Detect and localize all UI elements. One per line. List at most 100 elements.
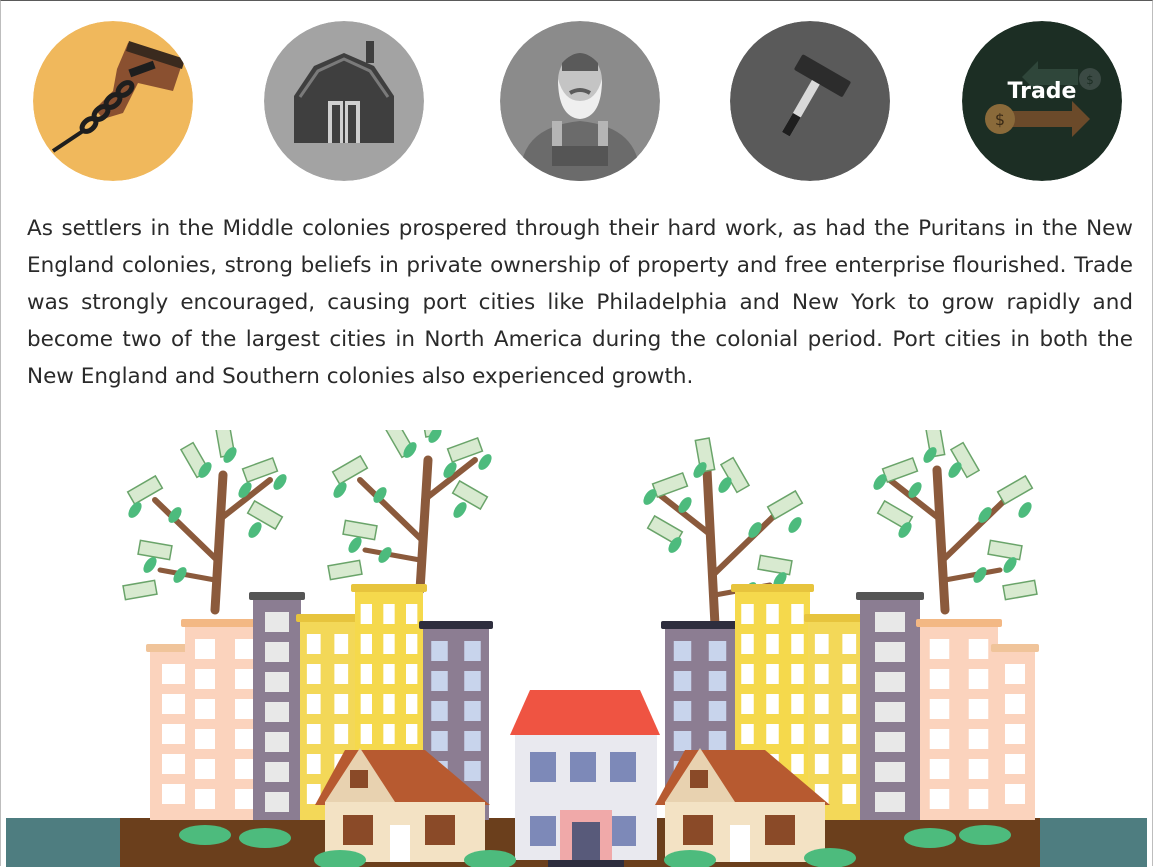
- building-yellow-right-b-cap: [804, 614, 867, 622]
- building-yellow-right-a-window: [766, 664, 779, 684]
- building-yellow-right-a-window: [741, 664, 754, 684]
- building-peach-left-window: [235, 669, 255, 689]
- building-purple-mid-left-window: [464, 641, 481, 661]
- building-purple-right-window: [875, 732, 905, 752]
- bush: [239, 828, 291, 848]
- building-purple-left-window: [265, 792, 289, 812]
- building-yellow-left-b-window: [360, 634, 372, 654]
- building-peach-left-window: [195, 699, 215, 719]
- building-yellow-right-b-window: [814, 724, 829, 744]
- building-purple-mid-right-window: [673, 731, 692, 751]
- building-purple-mid-left-window: [431, 671, 448, 691]
- building-yellow-right-b-window: [814, 754, 829, 774]
- building-peach-right-window: [929, 699, 950, 719]
- center-red-roof: [510, 690, 660, 735]
- building-purple-right-window: [875, 702, 905, 722]
- body-paragraph: As settlers in the Middle colonies prosp…: [27, 216, 1133, 389]
- building-purple-left-cap: [249, 592, 305, 600]
- building-yellow-left-a-window: [334, 694, 349, 714]
- building-purple-mid-left-cap: [419, 621, 493, 629]
- center-door: [572, 822, 600, 860]
- building-yellow-right-a-window: [791, 664, 804, 684]
- building-peach-far-right-window: [1005, 754, 1025, 774]
- building-peach-left-window: [195, 669, 215, 689]
- building-peach-left-window: [235, 789, 255, 809]
- building-yellow-left-b-window: [406, 724, 418, 744]
- building-yellow-left-b-window: [383, 634, 395, 654]
- center-window: [610, 816, 636, 846]
- house-left-attic-window: [350, 770, 368, 788]
- building-purple-mid-right-window: [708, 701, 727, 721]
- building-yellow-left-b-window: [360, 604, 372, 624]
- building-peach-right-window: [929, 759, 950, 779]
- building-yellow-right-a-window: [741, 604, 754, 624]
- building-peach-left-window: [195, 729, 215, 749]
- building-yellow-left-a-window: [306, 694, 321, 714]
- building-peach-left-window: [235, 759, 255, 779]
- building-yellow-right-b-window: [814, 664, 829, 684]
- building-peach-far-right-cap: [991, 644, 1039, 652]
- building-purple-right-window: [875, 642, 905, 662]
- barn-icon[interactable]: [264, 21, 424, 181]
- building-peach-left-window: [235, 639, 255, 659]
- building-yellow-left-a-window: [334, 634, 349, 654]
- building-yellow-left-b-cap: [351, 584, 427, 592]
- building-yellow-left-b-window: [383, 694, 395, 714]
- building-yellow-right-b-window: [814, 694, 829, 714]
- building-purple-mid-left-window: [431, 641, 448, 661]
- building-purple-mid-left-window: [464, 701, 481, 721]
- building-yellow-left-a-window: [334, 724, 349, 744]
- building-yellow-left-b-window: [360, 724, 372, 744]
- building-yellow-left-b-window: [406, 604, 418, 624]
- building-purple-left-window: [265, 702, 289, 722]
- building-yellow-left-a-window: [334, 664, 349, 684]
- trade-label: Trade: [1007, 79, 1077, 104]
- house-right-door: [730, 825, 750, 862]
- building-yellow-right-a-cap: [731, 584, 814, 592]
- building-yellow-left-b-window: [383, 724, 395, 744]
- building-purple-mid-right-window: [673, 641, 692, 661]
- building-yellow-right-a-window: [766, 604, 779, 624]
- trade-icon[interactable]: $ $ Trade: [962, 21, 1122, 181]
- building-yellow-right-a-window: [741, 724, 754, 744]
- building-peach-left-window: [195, 639, 215, 659]
- building-yellow-left-a-cap: [296, 614, 359, 622]
- center-window: [610, 752, 636, 782]
- farmer-icon[interactable]: [500, 21, 660, 181]
- building-peach-right-window: [929, 669, 950, 689]
- house-right-window: [765, 815, 795, 845]
- building-purple-mid-right-window: [708, 641, 727, 661]
- building-yellow-left-b-window: [383, 664, 395, 684]
- building-peach-right-window: [968, 639, 989, 659]
- building-yellow-right-a-window: [741, 694, 754, 714]
- building-peach-left-window: [235, 729, 255, 749]
- hammer-icon[interactable]: [730, 21, 890, 181]
- building-peach-far-right-window: [1005, 784, 1025, 804]
- building-yellow-right-a-window: [766, 634, 779, 654]
- building-peach-far-right-window: [1005, 724, 1025, 744]
- building-yellow-left-a-window: [306, 724, 321, 744]
- building-yellow-right-a-window: [791, 634, 804, 654]
- house-left-door: [390, 825, 410, 862]
- building-yellow-right-b-window: [842, 634, 857, 654]
- building-purple-right-cap: [856, 592, 924, 600]
- building-yellow-left-b-window: [383, 604, 395, 624]
- building-peach-far-right-window: [1005, 694, 1025, 714]
- slavery-chain-hand-icon[interactable]: [33, 21, 193, 181]
- building-yellow-left-b-window: [406, 694, 418, 714]
- building-purple-left-window: [265, 612, 289, 632]
- center-window: [530, 816, 556, 846]
- building-yellow-right-a-window: [791, 754, 804, 774]
- building-yellow-right-b-window: [842, 724, 857, 744]
- building-yellow-left-a-window: [306, 664, 321, 684]
- building-peach-far-right-window: [1005, 664, 1025, 684]
- center-steps: [548, 860, 624, 867]
- house-right-attic-window: [690, 770, 708, 788]
- building-yellow-right-b-window: [814, 634, 829, 654]
- bush: [179, 825, 231, 845]
- building-peach-right-window: [929, 639, 950, 659]
- building-purple-mid-right-cap: [661, 621, 739, 629]
- center-window: [570, 752, 596, 782]
- building-peach-far-left-window: [162, 784, 186, 804]
- building-yellow-right-a-window: [791, 694, 804, 714]
